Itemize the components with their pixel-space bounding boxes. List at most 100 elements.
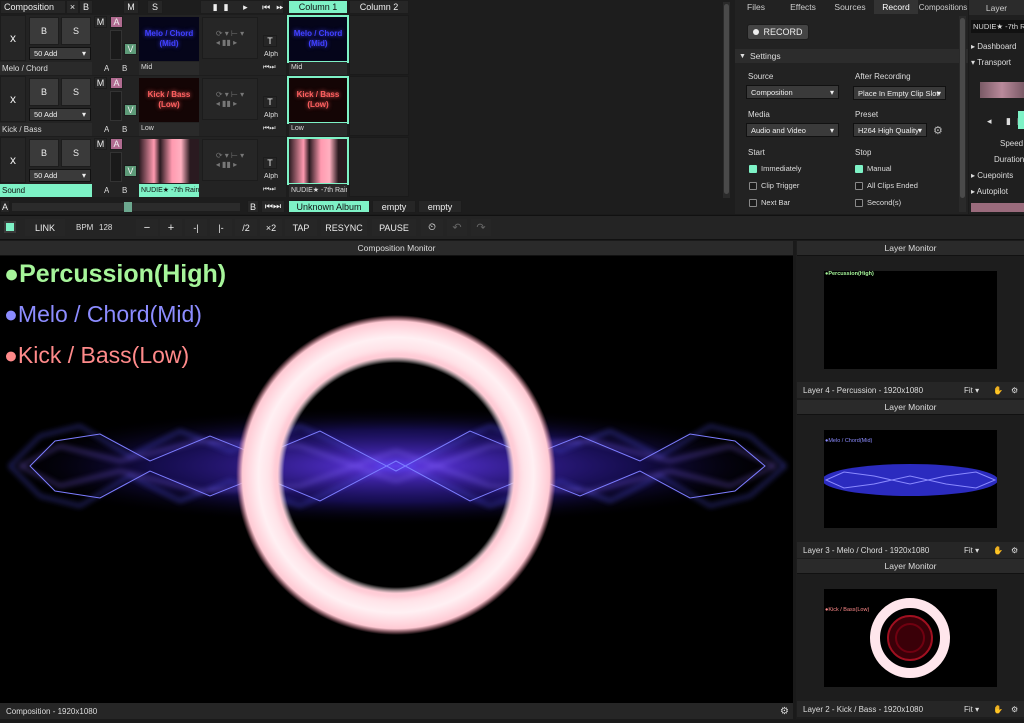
resync-button[interactable]: RESYNC [321,219,367,236]
tab-compositions[interactable]: Compositions [918,0,968,14]
column-2-empty-slot[interactable] [349,76,409,136]
tab-effects[interactable]: Effects [782,0,824,14]
column-1-clip-thumbnail[interactable]: Melo / Chord (Mid) [287,15,349,63]
layer-clip-thumbnail[interactable]: Melo / Chord (Mid) [139,17,199,61]
layer-opacity-slider[interactable] [110,152,122,182]
deck-a-button[interactable]: A [0,200,10,213]
layer-b-button[interactable]: B [29,17,59,45]
bpm-plus-button[interactable]: + [160,219,182,236]
layer-bypass-button[interactable]: x [0,15,26,61]
layer-a-button[interactable]: A [110,77,123,89]
layer-clip-thumbnail[interactable] [139,139,199,183]
layer-panel-play-button[interactable] [1018,111,1024,129]
fit-select[interactable]: Fit ▾ [964,386,979,395]
bpm-half-button[interactable]: /2 [235,219,257,236]
layer-ab-a[interactable]: A [104,64,109,73]
layer-t-button[interactable]: T [263,157,277,169]
column-1-clip-tag[interactable]: Mid [289,62,347,75]
layer-panel-cuepoints[interactable]: ▸ Cuepoints [971,171,1013,180]
layer-s-button[interactable]: S [61,139,91,167]
source-select[interactable]: Composition [746,85,839,99]
layout-icon[interactable] [4,221,16,233]
layer-clip-tag[interactable]: Mid [139,62,199,75]
tab-files[interactable]: Files [737,0,775,14]
redo-icon[interactable]: ↷ [471,219,491,236]
layer-panel-transport[interactable]: ▾ Transport [971,58,1011,67]
layer-alph-label[interactable]: Alph [264,51,278,58]
layer-panel-autopilot[interactable]: ▸ Autopilot [971,187,1008,196]
layer-bypass-button[interactable]: x [0,76,26,122]
layer-monitor-3-view[interactable]: ●Kick / Bass(Low) [824,589,997,687]
column-1-clip-tag[interactable]: Low [289,123,347,136]
layer-v-button[interactable]: V [124,43,137,55]
layer-name[interactable]: Melo / Chord [0,62,92,75]
settings-header[interactable]: ▼ Settings [735,49,968,63]
layer-clip-controls[interactable]: ⟳ ▾ ⊢ ▾ ◂ ▮▮ ▸ [202,17,258,59]
stop-all-clips-ended[interactable]: All Clips Ended [855,181,918,190]
layer-panel-dashboard[interactable]: ▸ Dashboard [971,42,1016,51]
header-transport-controls[interactable]: ◂ ▮▮ ▸ ⏮⏭ [200,0,284,14]
gear-icon[interactable]: ⚙ [1011,705,1018,714]
column-2-button[interactable]: Column 2 [349,0,409,14]
column-1-clip-thumbnail[interactable] [287,137,349,185]
layer-blend-select[interactable]: 50 Add [29,47,91,60]
column-2-empty-slot[interactable] [349,15,409,75]
layer-s-button[interactable]: S [61,78,91,106]
column-1-clip-thumbnail[interactable]: Kick / Bass (Low) [287,76,349,124]
nudge-left-button[interactable]: -| [185,219,207,236]
record-button[interactable]: RECORD [747,24,809,40]
layer-ab-b[interactable]: B [122,186,127,195]
preset-select[interactable]: H264 High Quality [853,123,927,137]
stop-manual[interactable]: Manual [855,164,892,173]
layer-t-button[interactable]: T [263,35,277,47]
deck-empty-1[interactable]: empty [372,200,416,213]
link-button[interactable]: LINK [25,219,65,236]
fit-select[interactable]: Fit ▾ [964,705,979,714]
layer-ab-a[interactable]: A [104,125,109,134]
bpm-double-button[interactable]: ×2 [260,219,282,236]
deck-empty-2[interactable]: empty [418,200,462,213]
start-clip-trigger[interactable]: Clip Trigger [749,181,799,190]
layer-alph-label[interactable]: Alph [264,173,278,180]
hand-icon[interactable]: ✋ [993,705,1003,714]
gear-icon[interactable]: ⚙ [1011,546,1018,555]
bpm-value[interactable]: 128 [99,223,112,232]
composition-close-button[interactable]: × [66,0,79,14]
tab-sources[interactable]: Sources [828,0,872,14]
start-next-bar[interactable]: Next Bar [749,198,790,207]
deck-unknown-album[interactable]: Unknown Album [288,200,370,213]
bpm-minus-button[interactable]: − [136,219,158,236]
clip-grid-scrollbar[interactable] [723,2,730,198]
column-2-empty-slot[interactable] [349,137,409,197]
tap-button[interactable]: TAP [285,219,317,236]
layer-clip-tag[interactable]: NUDIE★ -7th Rainb... [139,184,199,197]
column-1-clip-tag[interactable]: NUDIE★ -7th Rainb... [289,184,347,197]
undo-icon[interactable]: ↶ [447,219,467,236]
nudge-right-button[interactable]: |- [210,219,232,236]
hand-icon[interactable]: ✋ [993,546,1003,555]
layer-skip-controls[interactable]: ⏮⏭ [263,125,276,133]
layer-opacity-slider[interactable] [110,30,122,60]
start-immediately[interactable]: Immediately [749,164,801,173]
right-panel-scrollbar[interactable] [959,16,966,212]
hand-icon[interactable]: ✋ [993,386,1003,395]
gear-icon[interactable]: ⚙ [933,124,943,137]
layer-b-button[interactable]: B [29,139,59,167]
layer-b-button[interactable]: B [29,78,59,106]
composition-header[interactable]: Composition [0,0,66,14]
layer-a-button[interactable]: A [110,138,123,150]
tab-record[interactable]: Record [874,0,918,14]
composition-m-button[interactable]: M [123,0,139,14]
stop-seconds[interactable]: Second(s) [855,198,901,207]
layer-m-button[interactable]: M [94,138,107,150]
column-1-button[interactable]: Column 1 [288,0,348,14]
layer-name[interactable]: Kick / Bass [0,123,92,136]
metronome-icon[interactable]: ⏲ [421,219,443,236]
layer-skip-controls[interactable]: ⏮⏭ [263,64,276,72]
layer-blend-select[interactable]: 50 Add [29,169,91,182]
layer-skip-controls[interactable]: ⏮⏭ [263,186,276,194]
composition-s-button[interactable]: S [147,0,163,14]
layer-ab-b[interactable]: B [122,125,127,134]
layer-clip-thumbnail[interactable]: Kick / Bass (Low) [139,78,199,122]
layer-ab-b[interactable]: B [122,64,127,73]
